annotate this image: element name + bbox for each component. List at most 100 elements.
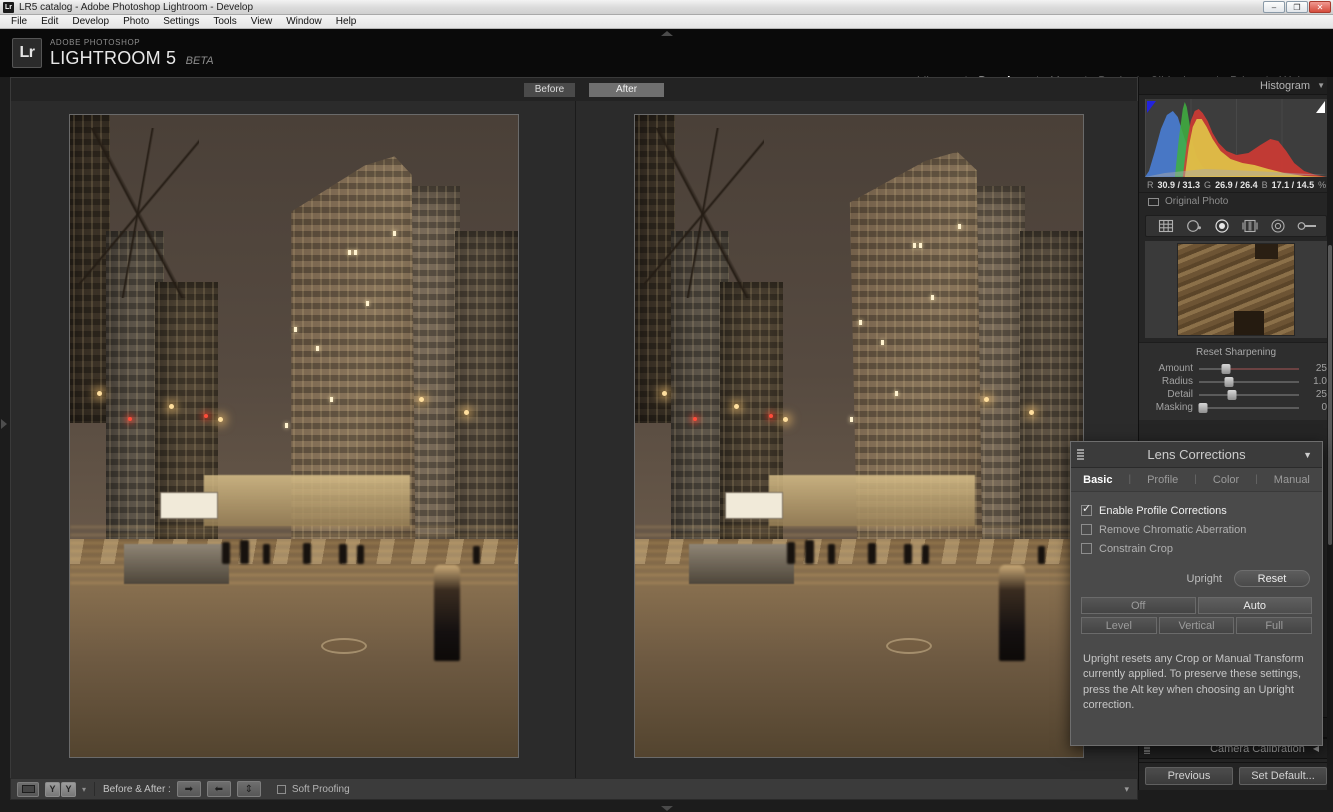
- slider-amount-knob[interactable]: [1221, 363, 1231, 374]
- menu-edit[interactable]: Edit: [34, 15, 65, 28]
- checkbox-enable-profile-corrections-label: Enable Profile Corrections: [1099, 504, 1227, 517]
- red-eye-correction-tool-icon[interactable]: [1213, 218, 1231, 234]
- lens-corrections-panel[interactable]: Lens Corrections ▼ Basic | Profile | Col…: [1070, 441, 1323, 746]
- menu-develop[interactable]: Develop: [65, 15, 116, 28]
- upright-vertical-button[interactable]: Vertical: [1158, 617, 1235, 634]
- tab-color[interactable]: Color: [1197, 474, 1255, 486]
- histogram-graph[interactable]: [1145, 99, 1327, 177]
- before-photo[interactable]: [69, 114, 519, 758]
- slider-amount[interactable]: Amount 25: [1145, 362, 1327, 375]
- left-panel-show-arrow[interactable]: [1, 419, 7, 429]
- upright-full-button[interactable]: Full: [1236, 617, 1313, 634]
- upright-auto-button[interactable]: Auto: [1197, 597, 1312, 614]
- right-panel-footer-buttons: Previous Set Default...: [1139, 762, 1333, 790]
- slider-radius-value[interactable]: 1.0: [1305, 376, 1327, 387]
- upright-header-row: Upright Reset: [1081, 570, 1312, 587]
- histogram-panel-header[interactable]: Histogram ▼: [1139, 77, 1333, 95]
- close-button[interactable]: ✕: [1309, 1, 1331, 13]
- identity-and-module-bar: Lr ADOBE PHOTOSHOP LIGHTROOM 5 BETA Libr…: [0, 29, 1333, 88]
- after-photo[interactable]: [634, 114, 1084, 758]
- copy-before-to-after-icon[interactable]: ➡: [176, 781, 201, 797]
- graduated-filter-tool-icon[interactable]: [1241, 218, 1259, 234]
- slider-amount-track[interactable]: [1199, 363, 1299, 374]
- checkbox-icon[interactable]: [1081, 503, 1092, 516]
- view-mode-chevron-down-icon[interactable]: ▾: [82, 785, 86, 794]
- sharpening-preview[interactable]: [1145, 241, 1327, 338]
- upright-off-button[interactable]: Off: [1081, 597, 1196, 614]
- set-default-button[interactable]: Set Default...: [1239, 767, 1327, 785]
- swap-before-after-icon[interactable]: ⇕: [236, 781, 261, 797]
- slider-radius-knob[interactable]: [1224, 376, 1234, 387]
- toolbar: Y Y ▾ Before & After : ➡ ⬅ ⇕ Soft Proofi…: [10, 778, 1138, 800]
- menu-settings[interactable]: Settings: [156, 15, 206, 28]
- highlight-clipping-indicator[interactable]: [1316, 101, 1325, 113]
- adjustment-brush-tool-icon[interactable]: [1297, 218, 1316, 234]
- copy-after-to-before-icon[interactable]: ⬅: [206, 781, 231, 797]
- spot-removal-tool-icon[interactable]: [1185, 218, 1203, 234]
- checkbox-icon[interactable]: [1081, 524, 1092, 535]
- slider-detail-track[interactable]: [1199, 389, 1299, 400]
- chevron-down-icon[interactable]: ▼: [1317, 81, 1325, 90]
- slider-radius-track[interactable]: [1199, 376, 1299, 387]
- lens-corrections-title: Lens Corrections: [1147, 447, 1246, 462]
- histogram-b-value: 17.1 / 14.5: [1271, 180, 1315, 190]
- upright-reset-button[interactable]: Reset: [1234, 570, 1310, 587]
- checkbox-icon[interactable]: [1081, 543, 1092, 554]
- maximize-button[interactable]: ❐: [1286, 1, 1308, 13]
- soft-proofing-toggle[interactable]: Soft Proofing: [276, 784, 350, 795]
- slider-radius[interactable]: Radius 1.0: [1145, 375, 1327, 388]
- identity-beta-tag: BETA: [185, 55, 214, 67]
- upright-help-text: Upright resets any Crop or Manual Transf…: [1083, 653, 1304, 712]
- slider-masking-label: Masking: [1155, 402, 1193, 413]
- right-panel-scrollbar[interactable]: [1327, 77, 1333, 790]
- tab-profile[interactable]: Profile: [1131, 474, 1194, 486]
- before-pane[interactable]: [11, 101, 575, 789]
- menu-window[interactable]: Window: [279, 15, 329, 28]
- checkbox-icon[interactable]: [276, 784, 286, 794]
- before-after-toolbar-label: Before & After :: [103, 783, 171, 795]
- tab-manual[interactable]: Manual: [1258, 474, 1326, 486]
- filmstrip-collapse-handle[interactable]: [660, 806, 673, 811]
- slider-detail-knob[interactable]: [1227, 389, 1237, 400]
- photo-frame-icon: [1148, 197, 1159, 206]
- before-after-left-right-icon[interactable]: Y: [45, 781, 60, 797]
- checkbox-remove-chromatic-aberration[interactable]: Remove Chromatic Aberration: [1081, 520, 1312, 539]
- right-panel-scroll-thumb[interactable]: [1328, 245, 1332, 545]
- menu-help[interactable]: Help: [329, 15, 364, 28]
- slider-detail-value[interactable]: 25: [1305, 389, 1327, 400]
- menu-bar: File Edit Develop Photo Settings Tools V…: [0, 15, 1333, 29]
- lens-corrections-header[interactable]: Lens Corrections ▼: [1071, 442, 1322, 468]
- checkbox-enable-profile-corrections[interactable]: Enable Profile Corrections: [1081, 501, 1312, 520]
- previous-button[interactable]: Previous: [1145, 767, 1233, 785]
- before-after-split-icon[interactable]: Y: [61, 781, 76, 797]
- slider-masking-knob[interactable]: [1198, 402, 1208, 413]
- slider-masking[interactable]: Masking 0: [1145, 401, 1327, 414]
- after-pane[interactable]: [575, 101, 1139, 789]
- top-panel-collapse-handle[interactable]: [660, 31, 673, 36]
- checkbox-constrain-crop[interactable]: Constrain Crop: [1081, 539, 1312, 558]
- crop-overlay-tool-icon[interactable]: [1157, 218, 1175, 234]
- menu-file[interactable]: File: [4, 15, 34, 28]
- radial-filter-tool-icon[interactable]: [1269, 218, 1287, 234]
- histogram-panel-title: Histogram: [1259, 79, 1311, 92]
- menu-view[interactable]: View: [244, 15, 280, 28]
- minimize-button[interactable]: –: [1263, 1, 1285, 13]
- original-photo-row[interactable]: Original Photo: [1139, 192, 1333, 212]
- shadow-clipping-indicator[interactable]: [1147, 101, 1156, 113]
- chevron-down-icon[interactable]: ▼: [1303, 450, 1312, 460]
- toolbar-overflow-chevron-down-icon[interactable]: ▾: [1124, 784, 1131, 795]
- menu-tools[interactable]: Tools: [206, 15, 243, 28]
- identity-plate[interactable]: Lr ADOBE PHOTOSHOP LIGHTROOM 5 BETA: [12, 38, 214, 68]
- upright-buttons-row-1: Off Auto: [1081, 597, 1312, 614]
- loupe-view-icon[interactable]: [17, 781, 39, 797]
- reset-sharpening-label[interactable]: Reset Sharpening: [1145, 346, 1327, 362]
- slider-amount-value[interactable]: 25: [1305, 363, 1327, 374]
- slider-masking-value[interactable]: 0: [1305, 402, 1327, 413]
- identity-text: ADOBE PHOTOSHOP LIGHTROOM 5 BETA: [50, 39, 214, 68]
- detail-sharpening-section: Reset Sharpening Amount 25 Radius 1.0 De…: [1139, 342, 1333, 420]
- menu-photo[interactable]: Photo: [116, 15, 156, 28]
- slider-masking-track[interactable]: [1198, 402, 1299, 413]
- upright-level-button[interactable]: Level: [1081, 617, 1157, 634]
- slider-detail[interactable]: Detail 25: [1145, 388, 1327, 401]
- tab-basic[interactable]: Basic: [1067, 474, 1128, 486]
